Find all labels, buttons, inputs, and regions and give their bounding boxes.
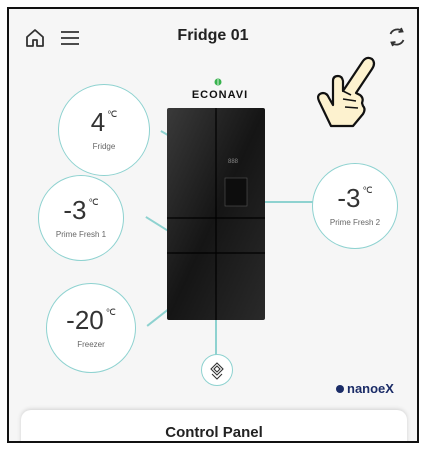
fridge-temp-value: 4 (90, 107, 106, 137)
fridge-temp-unit: ℃ (107, 109, 118, 119)
app-frame: Fridge 01 ECONAVI 888 4 ℃ Fridge -3 ℃ Pr… (7, 7, 419, 443)
prime-fresh-2-temp-unit: ℃ (362, 185, 373, 195)
freezer-temp-bubble[interactable]: -20 ℃ Freezer (46, 283, 136, 373)
svg-text:888: 888 (228, 159, 239, 165)
nanoe-sensor-icon (210, 362, 224, 380)
prime-fresh-1-temp-bubble[interactable]: -3 ℃ Prime Fresh 1 (38, 175, 124, 261)
nanoe-dot-icon (336, 385, 344, 393)
fridge-temp-label: Fridge (92, 142, 116, 151)
fridge-image: 888 (167, 108, 265, 320)
prime-fresh-1-temp-value: -3 (63, 195, 87, 225)
control-panel-label: Control Panel (165, 424, 263, 441)
nanoe-logo-text: nanoeX (347, 381, 394, 396)
refresh-icon[interactable] (385, 25, 409, 49)
prime-fresh-2-temp-bubble[interactable]: -3 ℃ Prime Fresh 2 (312, 163, 398, 249)
freezer-temp-label: Freezer (77, 340, 105, 349)
prime-fresh-1-temp-unit: ℃ (88, 197, 99, 207)
freezer-temp-unit: ℃ (105, 307, 116, 317)
nanoe-sensor-button[interactable] (201, 354, 233, 386)
prime-fresh-1-temp-label: Prime Fresh 1 (55, 230, 107, 239)
econavi-logo: ECONAVI (191, 89, 249, 101)
prime-fresh-2-temp-label: Prime Fresh 2 (329, 218, 381, 227)
freezer-temp-value: -20 (66, 305, 104, 335)
page-title: Fridge 01 (177, 27, 249, 44)
control-panel-sheet[interactable]: Control Panel (21, 410, 407, 441)
pointing-hand-icon (311, 51, 381, 131)
econavi-leaf-icon (214, 73, 222, 86)
prime-fresh-2-temp-value: -3 (337, 183, 361, 213)
fridge-temp-bubble[interactable]: 4 ℃ Fridge (58, 84, 150, 176)
nanoe-logo: nanoeX (336, 381, 394, 396)
